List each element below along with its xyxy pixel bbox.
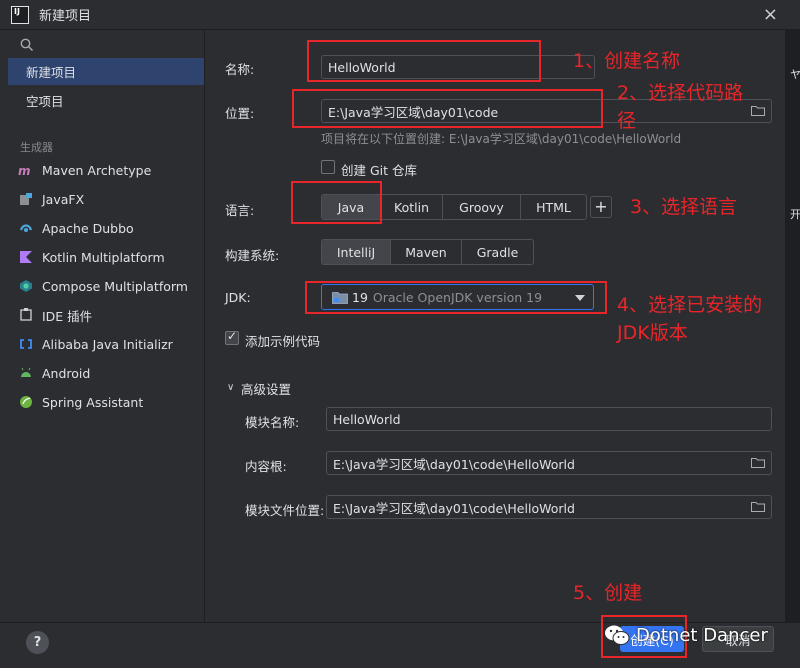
generator-ide-plugin[interactable]: IDE 插件 <box>18 304 92 326</box>
generator-label: Android <box>42 365 91 381</box>
kotlin-icon <box>18 249 34 265</box>
generator-apache-dubbo[interactable]: Apache Dubbo <box>18 217 134 239</box>
generator-label: IDE 插件 <box>42 308 93 324</box>
create-git-checkbox[interactable] <box>321 160 335 174</box>
language-groovy-button[interactable]: Groovy <box>443 195 521 219</box>
generator-spring-assistant[interactable]: Spring Assistant <box>18 391 143 413</box>
generator-maven-archetype[interactable]: m Maven Archetype <box>18 159 151 181</box>
annotation-step-1: 1、创建名称 <box>573 50 681 72</box>
spring-icon <box>18 394 34 410</box>
dubbo-icon <box>18 220 34 236</box>
generator-label: Kotlin Multiplatform <box>42 249 165 265</box>
wechat-icon <box>605 625 630 645</box>
plugin-icon <box>18 307 34 323</box>
module-name-input[interactable]: HelloWorld <box>326 407 772 431</box>
intellij-logo-icon: IJ <box>11 5 29 24</box>
language-label: 语言: <box>225 203 255 218</box>
sidebar-item-label: 新建项目 <box>26 65 77 80</box>
create-git-label: 创建 Git 仓库 <box>341 163 418 178</box>
generator-kotlin-multiplatform[interactable]: Kotlin Multiplatform <box>18 246 165 268</box>
name-label: 名称: <box>225 62 255 77</box>
highlight-jdk-box <box>305 281 607 314</box>
chevron-down-icon[interactable]: ∨ <box>227 382 234 393</box>
language-html-button[interactable]: HTML <box>521 195 586 219</box>
sidebar: 新建项目 空项目 生成器 m Maven Archetype JavaFX Ap… <box>0 30 205 622</box>
generator-label: Spring Assistant <box>42 394 144 410</box>
highlight-language-box <box>291 181 382 224</box>
annotation-step-4-line-2: JDK版本 <box>617 322 688 344</box>
highlight-location-box <box>292 89 603 128</box>
build-system-selector: IntelliJ Maven Gradle <box>321 239 534 265</box>
build-system-label: 构建系统: <box>225 248 280 263</box>
generator-label: Apache Dubbo <box>42 220 134 236</box>
generator-android[interactable]: Android <box>18 362 90 384</box>
build-maven-button[interactable]: Maven <box>391 240 462 264</box>
annotation-step-5: 5、创建 <box>573 582 643 604</box>
location-label: 位置: <box>225 106 255 121</box>
search-icon[interactable] <box>20 38 34 52</box>
module-name-label: 模块名称: <box>245 415 300 430</box>
folder-icon[interactable] <box>751 457 765 468</box>
generators-section-label: 生成器 <box>20 141 53 154</box>
folder-icon[interactable] <box>751 105 765 116</box>
title-bar: IJ 新建项目 × <box>0 0 800 30</box>
add-sample-code-label: 添加示例代码 <box>245 334 321 349</box>
add-language-button[interactable]: + <box>590 196 612 218</box>
generator-compose-multiplatform[interactable]: Compose Multiplatform <box>18 275 188 297</box>
maven-icon: m <box>18 162 34 178</box>
annotation-step-4-line-1: 4、选择已安装的 <box>617 294 763 316</box>
advanced-settings-toggle[interactable]: 高级设置 <box>241 379 291 398</box>
language-kotlin-button[interactable]: Kotlin <box>381 195 443 219</box>
generator-label: JavaFX <box>42 191 85 207</box>
build-gradle-button[interactable]: Gradle <box>462 240 533 264</box>
generator-label: Alibaba Java Initializr <box>42 336 173 352</box>
close-icon[interactable]: × <box>763 6 778 24</box>
watermark-text: Dotnet Dancer <box>636 624 768 646</box>
generator-label: Maven Archetype <box>42 162 152 178</box>
javafx-icon <box>18 191 34 207</box>
android-icon <box>18 365 34 381</box>
module-file-input[interactable]: E:\Java学习区域\day01\code\HelloWorld <box>326 495 772 519</box>
annotation-step-3: 3、选择语言 <box>630 196 738 218</box>
sidebar-item-label: 空项目 <box>26 94 64 109</box>
jdk-label: JDK: <box>225 290 251 305</box>
svg-text:m: m <box>18 164 31 176</box>
background-text-fragment: 开 <box>790 208 800 221</box>
background-window-edge: ヤ 开 <box>785 30 800 630</box>
compose-icon <box>18 278 34 294</box>
sidebar-item-empty-project[interactable]: 空项目 <box>8 87 204 114</box>
watermark: Dotnet Dancer <box>604 622 768 648</box>
sidebar-item-new-project[interactable]: 新建项目 <box>8 58 204 85</box>
background-text-fragment: ヤ <box>790 68 800 81</box>
add-sample-code-checkbox[interactable] <box>225 329 239 345</box>
annotation-step-2-line-2: 径 <box>617 110 637 132</box>
highlight-name-box <box>307 40 541 82</box>
module-file-label: 模块文件位置: <box>245 503 325 518</box>
content-root-value: E:\Java学习区域\day01\code\HelloWorld <box>333 456 575 472</box>
module-file-value: E:\Java学习区域\day01\code\HelloWorld <box>333 500 575 516</box>
generator-alibaba-java-initializr[interactable]: Alibaba Java Initializr <box>18 333 173 355</box>
content-root-input[interactable]: E:\Java学习区域\day01\code\HelloWorld <box>326 451 772 475</box>
window-title: 新建项目 <box>39 9 92 24</box>
generator-label: Compose Multiplatform <box>42 278 188 294</box>
annotation-step-2-line-1: 2、选择代码路 <box>617 82 744 104</box>
alibaba-icon <box>18 336 34 352</box>
folder-icon[interactable] <box>751 501 765 512</box>
build-intellij-button[interactable]: IntelliJ <box>322 240 391 264</box>
help-icon[interactable]: ? <box>26 631 49 654</box>
content-root-label: 内容根: <box>245 459 287 474</box>
generator-javafx[interactable]: JavaFX <box>18 188 84 210</box>
